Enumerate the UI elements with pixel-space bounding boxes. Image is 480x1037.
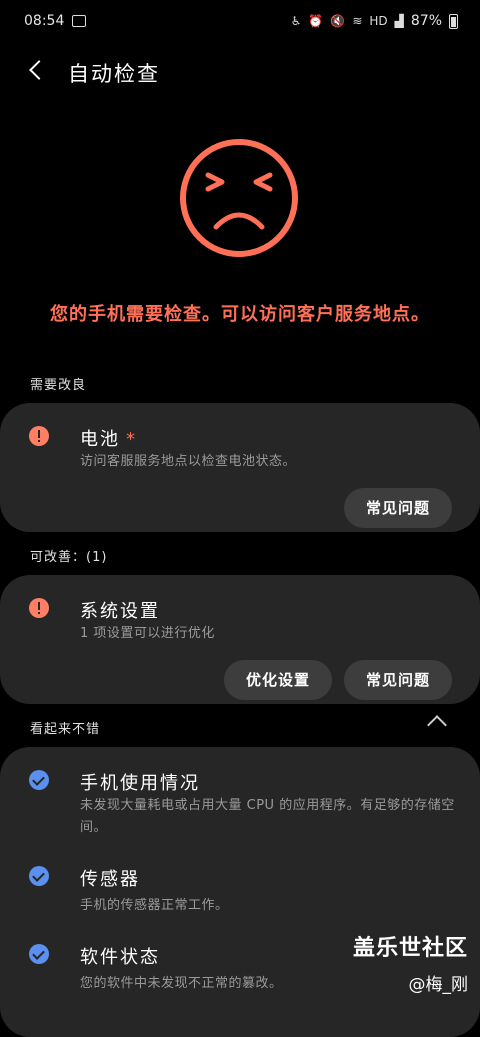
sad-face-icon <box>180 139 298 257</box>
required-star: * <box>126 429 137 450</box>
battery-percent: 87% <box>410 13 442 29</box>
watermark-sub: @梅_刚 <box>408 975 469 995</box>
system-desc: 1 项设置可以进行优化 <box>80 626 215 641</box>
alarm-icon: ⏰ <box>308 14 324 28</box>
battery-desc: 访问客服服务地点以检查电池状态。 <box>80 454 297 469</box>
alert-message: 您的手机需要检查。可以访问客户服务地点。 <box>50 304 430 325</box>
sensor-desc: 手机的传感器正常工作。 <box>80 898 229 913</box>
sensor-title: 传感器 <box>80 869 140 890</box>
section-needs-improvement: 需要改良 <box>30 378 87 393</box>
watermark: 盖乐世社区 @梅_刚 <box>353 930 468 995</box>
check-icon <box>29 944 49 964</box>
chevron-up-icon[interactable] <box>427 715 447 735</box>
check-icon <box>29 866 49 886</box>
battery-icon <box>449 13 458 29</box>
app-header: 自动检查 <box>0 50 480 94</box>
software-title: 软件状态 <box>80 947 160 968</box>
system-title: 系统设置 <box>80 601 160 622</box>
accessibility-icon: ♿ <box>290 14 302 28</box>
battery-card: 电池 * 访问客服服务地点以检查电池状态。 常见问题 <box>0 403 480 532</box>
signal-icon: ▟ <box>394 14 404 28</box>
back-arrow-icon[interactable] <box>26 58 50 82</box>
wifi-icon: ≋ <box>352 14 363 28</box>
usage-title: 手机使用情况 <box>80 773 200 794</box>
section-looks-good: 看起来不错 <box>30 722 101 737</box>
gallery-notification-icon <box>72 15 86 27</box>
system-card: 系统设置 1 项设置可以进行优化 优化设置 常见问题 <box>0 575 480 704</box>
status-icons: ♿ ⏰ 🔇 ≋ HD ▟ 87% <box>291 13 458 29</box>
page-title: 自动检查 <box>68 62 160 86</box>
battery-faq-button[interactable]: 常见问题 <box>344 488 452 528</box>
mute-icon: 🔇 <box>330 14 346 28</box>
warning-icon <box>29 426 49 446</box>
status-time: 08:54 <box>24 13 65 29</box>
check-icon <box>29 770 49 790</box>
watermark-main: 盖乐世社区 <box>352 936 468 961</box>
optimize-settings-button[interactable]: 优化设置 <box>224 660 332 700</box>
section-can-improve: 可改善：(1) <box>30 550 108 565</box>
hd-indicator: HD <box>369 14 388 28</box>
warning-icon <box>29 598 49 618</box>
system-faq-button[interactable]: 常见问题 <box>344 660 452 700</box>
usage-desc: 未发现大量耗电或占用大量 CPU 的应用程序。有足够的存储空间。 <box>80 798 455 835</box>
battery-title: 电池 * <box>80 425 137 451</box>
status-bar: 08:54 ♿ ⏰ 🔇 ≋ HD ▟ 87% <box>0 0 480 44</box>
battery-title-text: 电池 <box>80 429 120 450</box>
